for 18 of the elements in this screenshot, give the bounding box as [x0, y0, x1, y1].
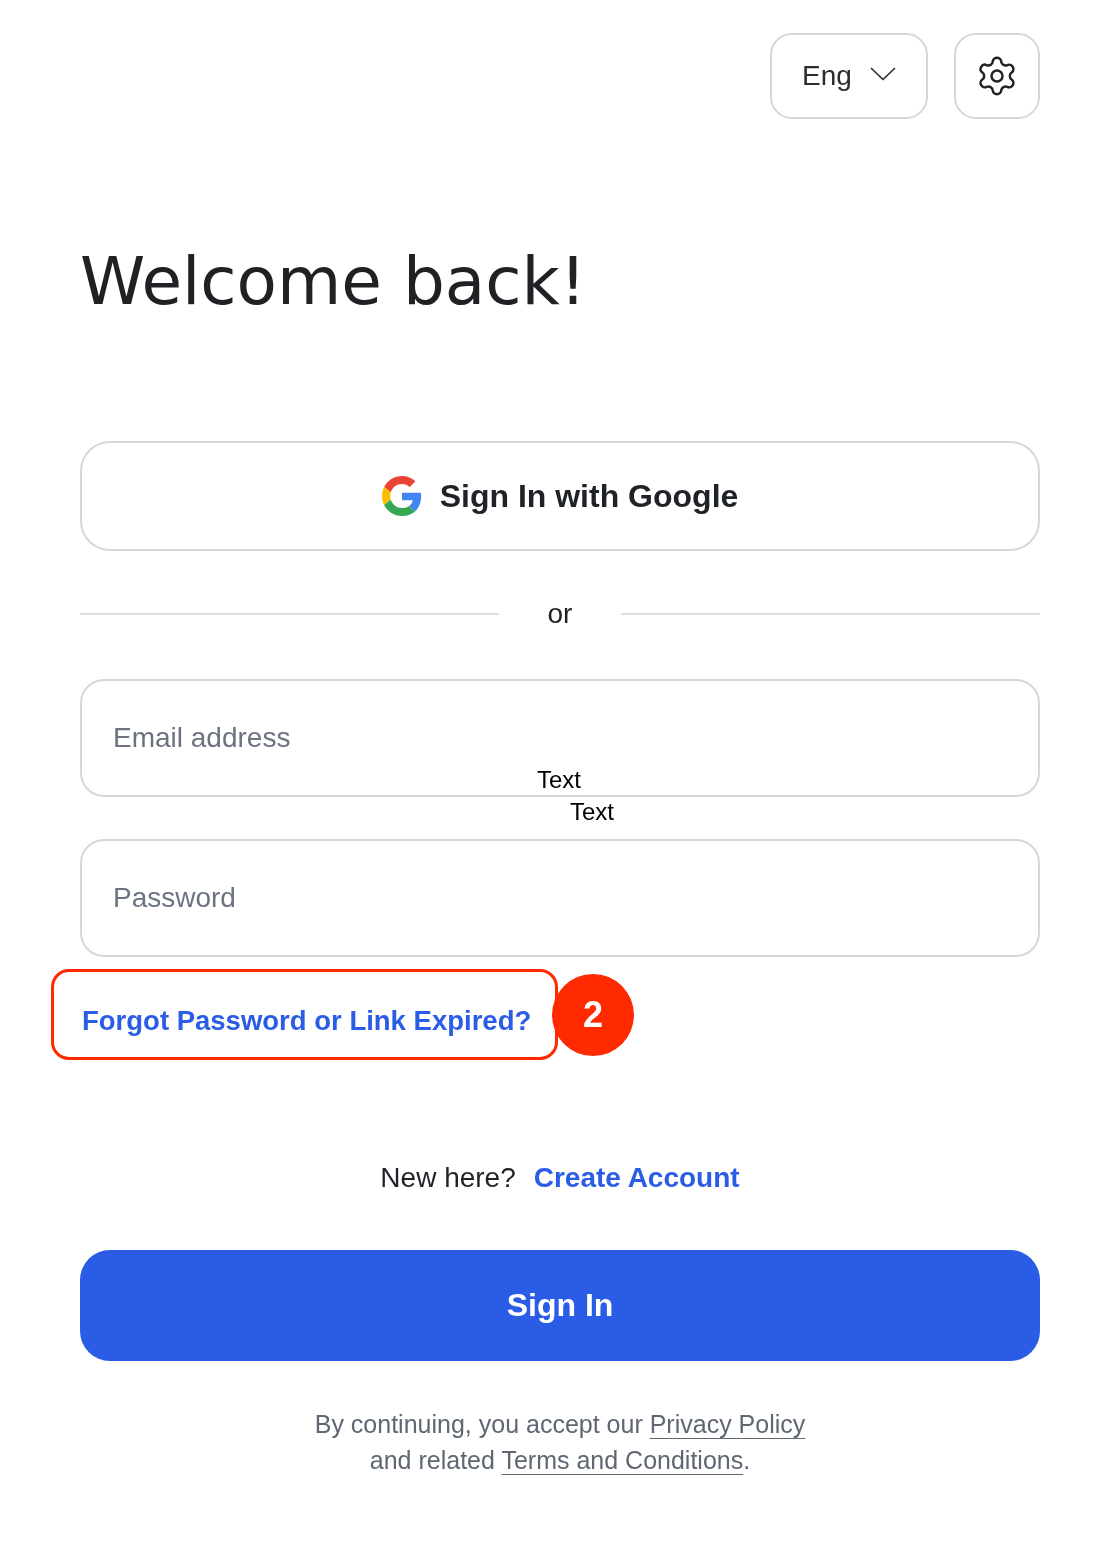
chevron-down-icon	[869, 67, 896, 81]
google-sign-in-button[interactable]: Sign In with Google	[80, 441, 1040, 551]
legal-notice: By continuing, you accept our Privacy Policy and related Terms and Conditions.	[314, 1409, 806, 1476]
password-field[interactable]: Password	[80, 839, 1040, 957]
page-title: Welcome back!	[80, 242, 588, 322]
step-number-badge: 2	[552, 974, 634, 1056]
divider-label: or	[546, 598, 574, 630]
text-label: Text	[570, 798, 614, 826]
signup-prompt: New here?	[380, 1161, 516, 1195]
terms-link[interactable]: Terms and Conditions	[501, 1446, 744, 1474]
settings-button[interactable]	[954, 33, 1040, 119]
sign-in-button[interactable]: Sign In	[80, 1250, 1040, 1361]
privacy-policy-link[interactable]: Privacy Policy	[649, 1410, 806, 1438]
google-logo-icon	[381, 476, 422, 516]
create-account-link[interactable]: Create Account	[533, 1158, 740, 1198]
text-label: Text	[537, 766, 581, 794]
forgot-password-link[interactable]: Forgot Password or Link Expired?	[82, 1001, 532, 1041]
language-dropdown[interactable]: Eng	[770, 33, 928, 119]
